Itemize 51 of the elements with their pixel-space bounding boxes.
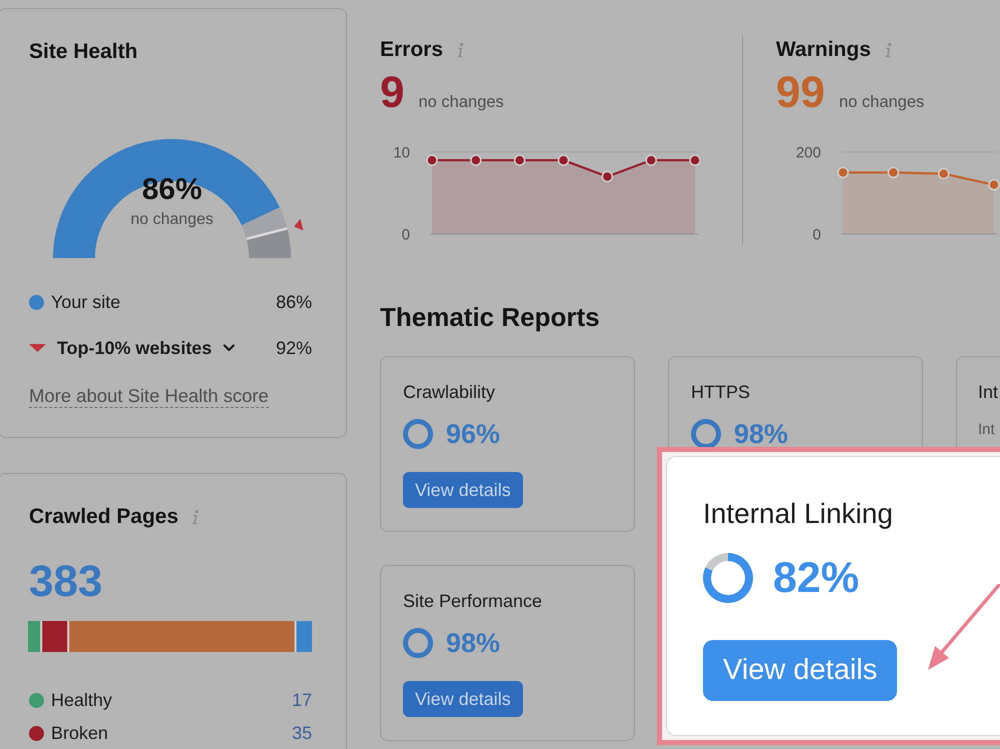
point [938,168,950,180]
point [837,166,849,178]
ring-icon [691,419,721,449]
info-icon[interactable] [456,42,464,58]
report-subtitle: Int [978,420,995,440]
point [888,166,900,178]
info-icon[interactable] [884,42,892,58]
info-icon[interactable] [191,510,200,524]
section-title: Thematic Reports [380,302,600,332]
ring-icon [403,628,433,658]
report-score: 98% [734,419,788,449]
report-score: 98% [446,628,500,658]
metric-caption: no changes [838,92,924,112]
score-donut-chart [703,553,753,603]
legend-count: 35 [292,722,312,745]
chevron-down-icon[interactable] [222,344,235,352]
metric-count: 99 [776,72,825,114]
report-score: 82% [773,553,860,603]
report-title: Crawlability [403,381,496,404]
metric-count: 9 [380,72,404,114]
metric-title: Warnings [776,38,871,62]
metric-title: Errors [380,38,444,62]
view-details-button[interactable]: View details [703,640,898,701]
y-tick-label: 200 [796,144,821,162]
score-caption: no changes [130,211,214,229]
report-title: HTTPS [691,381,750,404]
view-details-button[interactable]: View details [403,472,523,508]
legend-count: 17 [292,689,312,712]
score-value: 86% [142,175,202,205]
site-health-link[interactable]: More about Site Health score [29,385,269,408]
legend-label: Broken [51,722,108,745]
legend-label: Top-10% websites [57,337,212,360]
report-title: Internal Linking [703,497,893,531]
report-title: Site Performance [403,590,542,613]
card-title: Site Health [29,40,138,64]
view-details-button[interactable]: View details [403,681,523,717]
y-tick-label: 0 [402,226,410,244]
report-score: 96% [446,419,500,449]
ring-icon [403,419,433,449]
legend-value: 92% [276,337,312,360]
metric-caption: no changes [418,92,504,112]
crawled-count: 383 [29,560,102,604]
card-title: Crawled Pages [29,505,178,529]
legend-label: Your site [51,291,120,314]
report-title: Int [978,381,998,404]
area-chart: 0 200 [776,140,1000,244]
y-tick-label: 10 [393,144,410,162]
legend-label: Healthy [51,689,112,712]
y-tick-label: 0 [812,226,821,244]
point [988,179,1000,191]
legend-value: 86% [276,291,312,314]
